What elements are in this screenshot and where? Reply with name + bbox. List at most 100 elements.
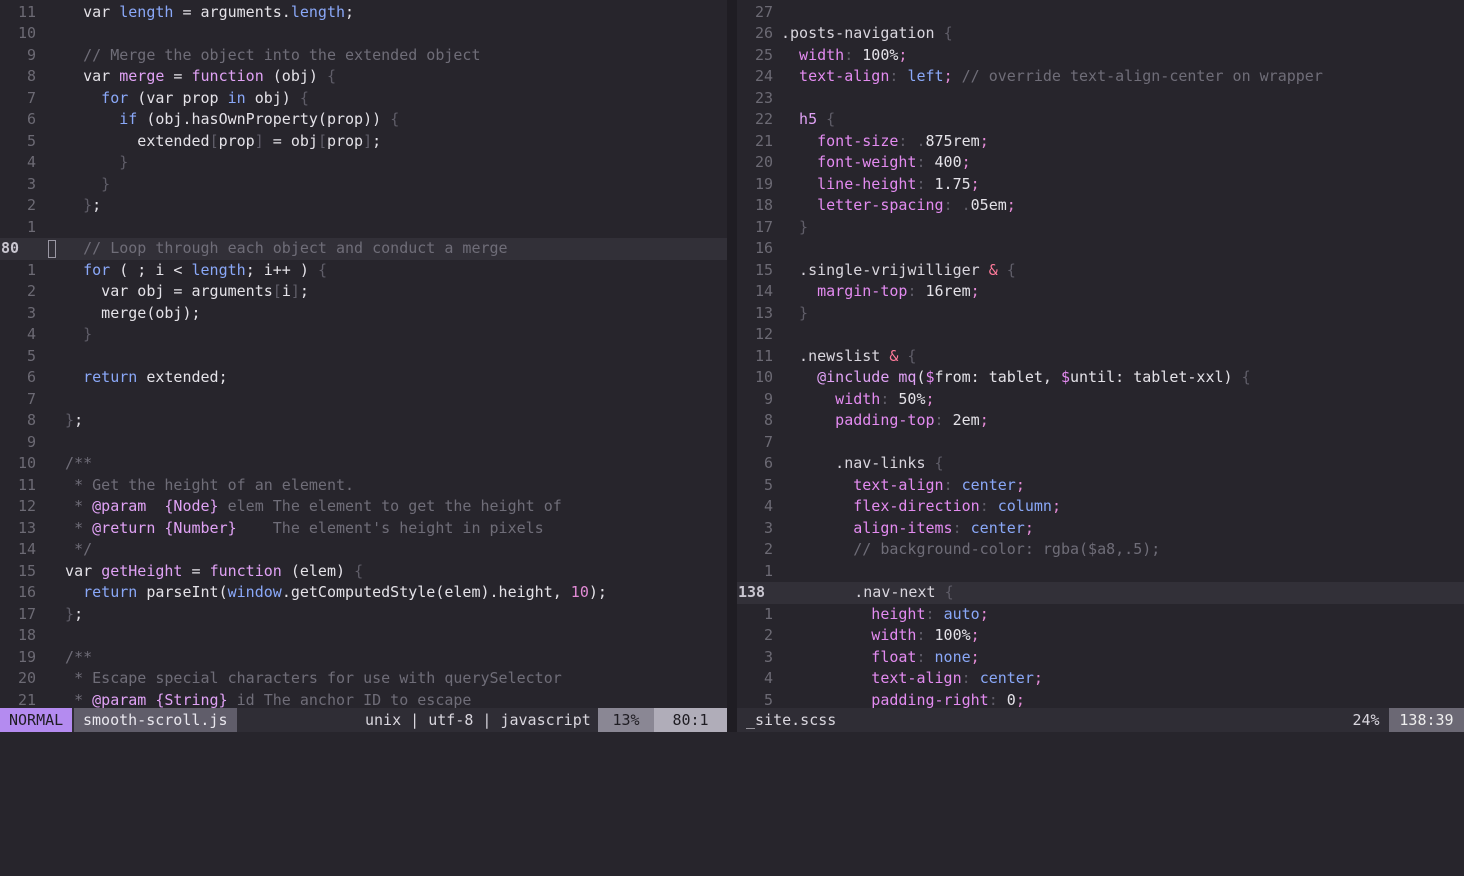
code-line[interactable]: 16 return parseInt(window.getComputedSty… [0,582,727,604]
code-token: width [781,626,917,644]
line-content: return parseInt(window.getComputedStyle(… [36,582,607,604]
code-token: width [781,389,881,408]
code-line[interactable]: 1 height: auto; [737,604,1464,626]
line-number: 11 [17,475,36,494]
code-token: .nav-next [782,583,945,601]
code-token: ; [943,67,953,85]
code-line[interactable]: 3 merge(obj); [0,303,727,325]
code-line[interactable]: 20 * Escape special characters for use w… [0,668,727,690]
editor-pane-right[interactable]: 27 26 .posts-navigation {25 width: 100%; 24… [737,0,1464,708]
code-line[interactable]: 8 padding-top: 2em; [737,410,1464,432]
code-token: = [164,67,192,85]
code-token: : [961,669,980,687]
code-token: flex-direction [781,497,980,515]
code-line[interactable]: 14 */ [0,539,727,561]
code-line[interactable]: 9 width: 50%; [737,389,1464,411]
code-line[interactable]: 8 }; [0,410,727,432]
code-line[interactable]: 10 [0,23,727,45]
code-line[interactable]: 1 [0,217,727,239]
code-line[interactable]: 7 for (var prop in obj) { [0,88,727,110]
code-line[interactable]: 4 } [0,324,727,346]
code-line[interactable]: 18 [0,625,727,647]
code-line[interactable]: 3 align-items: center; [737,518,1464,540]
code-token: : [907,282,926,300]
code-line[interactable]: 15 .single-vrijwilliger & { [737,260,1464,282]
code-line[interactable]: 1 [737,561,1464,583]
code-token: height [781,604,926,623]
vertical-split-divider[interactable] [727,0,737,732]
current-line[interactable]: 138 .nav-next { [737,582,1464,604]
code-line[interactable]: 21 font-size: .875rem; [737,131,1464,153]
line-number: 3 [763,647,773,666]
code-line[interactable]: 7 [0,389,727,411]
code-line[interactable]: 21 * @param {String} id The anchor ID to… [0,690,727,709]
code-line[interactable]: 5 padding-right: 0; [737,690,1464,709]
code-line[interactable]: 13 } [737,303,1464,325]
code-line[interactable]: 8 var merge = function (obj) { [0,66,727,88]
code-token: ; [74,411,84,429]
line-content: * @return {Number} The element's height … [36,518,544,540]
code-line[interactable]: 4 flex-direction: column; [737,496,1464,518]
code-line[interactable]: 13 * @return {Number} The element's heig… [0,518,727,540]
code-line[interactable]: 10 @include mq($from: tablet, $until: ta… [737,367,1464,389]
code-line[interactable]: 9 // Merge the object into the extended … [0,45,727,67]
code-line[interactable]: 26 .posts-navigation { [737,23,1464,45]
code-line[interactable]: 11 * Get the height of an element. [0,475,727,497]
code-line[interactable]: 15 var getHeight = function (elem) { [0,561,727,583]
code-token: var [47,2,120,21]
code-line[interactable]: 22 h5 { [737,109,1464,131]
code-line[interactable]: 5 [0,346,727,368]
code-line[interactable]: 17 } [737,217,1464,239]
code-line[interactable]: 5 text-align: center; [737,475,1464,497]
code-line[interactable]: 3 float: none; [737,647,1464,669]
code-line[interactable]: 10 /** [0,453,727,475]
line-content: margin-top: 16rem; [773,281,980,303]
editor-pane-left[interactable]: 11 var length = arguments.length; 10 9 // … [0,0,727,708]
code-line[interactable]: 12 * @param {Node} elem The element to g… [0,496,727,518]
code-line[interactable]: 16 [737,238,1464,260]
code-line[interactable]: 6 return extended; [0,367,727,389]
code-token: } [47,411,75,429]
code-line[interactable]: 12 [737,324,1464,346]
line-number: 1 [763,561,773,580]
code-line[interactable]: 2 // background-color: rgba($a8,.5); [737,539,1464,561]
code-line[interactable]: 1 for ( ; i < length; i++ ) { [0,260,727,282]
code-line[interactable]: 18 letter-spacing: .05em; [737,195,1464,217]
code-line[interactable]: 20 font-weight: 400; [737,152,1464,174]
code-token: padding-top [781,411,935,429]
code-token: @param [92,497,147,515]
code-line[interactable]: 14 margin-top: 16rem; [737,281,1464,303]
code-line[interactable]: 23 [737,88,1464,110]
code-line[interactable]: 11 .newslist & { [737,346,1464,368]
code-token: * Get the height of an element. [47,475,355,494]
code-token: from: tablet, [934,368,1061,386]
code-line[interactable]: 19 /** [0,647,727,669]
code-line[interactable]: 11 var length = arguments.length; [0,2,727,24]
code-token: : [934,411,953,429]
code-line[interactable]: 2 }; [0,195,727,217]
code-line[interactable]: 24 text-align: left; // override text-al… [737,66,1464,88]
code-line[interactable]: 25 width: 100%; [737,45,1464,67]
current-line[interactable]: 80 // Loop through each object and condu… [0,238,727,260]
line-content: width: 100%; [773,45,907,67]
code-line[interactable]: 6 .nav-links { [737,453,1464,475]
code-line[interactable]: 6 if (obj.hasOwnProperty(prop)) { [0,109,727,131]
code-line[interactable]: 2 width: 100%; [737,625,1464,647]
code-token: : [916,153,935,171]
line-number: 15 [754,260,773,279]
code-line[interactable]: 5 extended[prop] = obj[prop]; [0,131,727,153]
code-line[interactable]: 2 var obj = arguments[i]; [0,281,727,303]
code-line[interactable]: 3 } [0,174,727,196]
code-line[interactable]: 4 text-align: center; [737,668,1464,690]
code-line[interactable]: 9 [0,432,727,454]
line-content: } [773,303,808,325]
code-line[interactable]: 4 } [0,152,727,174]
code-line[interactable]: 27 [737,2,1464,24]
code-line[interactable]: 7 [737,432,1464,454]
line-number: 3 [763,518,773,537]
code-token: { [898,346,917,365]
code-line[interactable]: 17 }; [0,604,727,626]
code-token: ; [925,389,935,408]
code-token: ; [345,2,355,21]
code-line[interactable]: 19 line-height: 1.75; [737,174,1464,196]
